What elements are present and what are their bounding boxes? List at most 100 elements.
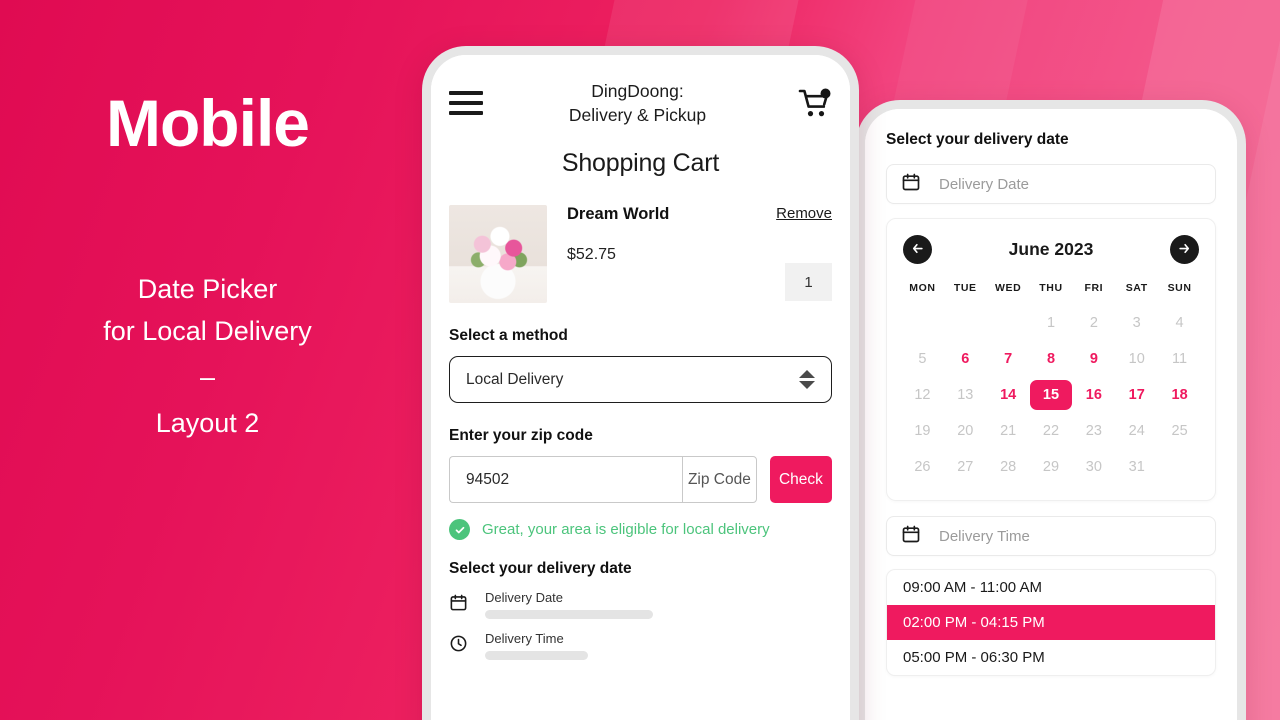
- time-slot-selected[interactable]: 02:00 PM - 04:15 PM: [887, 605, 1215, 640]
- quantity-input[interactable]: 1: [785, 263, 832, 301]
- calendar-day: 19: [914, 423, 931, 439]
- delivery-method-select[interactable]: Local Delivery: [449, 356, 832, 403]
- hamburger-bar: [449, 111, 483, 115]
- method-label: Select a method: [449, 327, 568, 344]
- calendar-weekday: THU: [1039, 282, 1063, 294]
- delivery-date-heading: Select your delivery date: [449, 560, 632, 577]
- brand-title: Mobile: [106, 86, 310, 160]
- calendar-day[interactable]: 7: [987, 344, 1030, 374]
- calendar-day: 28: [1000, 459, 1017, 475]
- eligibility-text: Great, your area is eligible for local d…: [482, 521, 770, 538]
- cart-screen: DingDoong: Delivery & Pickup Shopping Ca…: [431, 55, 850, 720]
- calendar-day[interactable]: 16: [1072, 380, 1115, 410]
- calendar-weekday: FRI: [1084, 282, 1104, 294]
- calendar-day: 29: [1042, 459, 1060, 475]
- delivery-date-placeholder-bar: [485, 610, 653, 619]
- delivery-time-field[interactable]: Delivery Time: [886, 516, 1216, 556]
- calendar-next-button[interactable]: [1169, 235, 1199, 264]
- calendar-day: 27: [957, 459, 974, 475]
- arrow-left-icon: [910, 241, 925, 259]
- shopping-cart-icon[interactable]: [792, 88, 832, 118]
- subtitle-line-3: Layout 2: [155, 408, 260, 438]
- remove-item-link[interactable]: Remove: [776, 205, 832, 222]
- calendar-prev-button[interactable]: [903, 235, 932, 264]
- calendar-header: June 2023: [901, 233, 1201, 264]
- datepicker-screen: Select your delivery date Delivery Date: [865, 109, 1237, 720]
- calendar-day-selected[interactable]: 15: [1029, 380, 1073, 410]
- cart-line-item: Dream World $52.75 Remove 1: [449, 205, 832, 303]
- zip-entry-row: Zip Code Check: [449, 456, 832, 503]
- calendar-icon: [449, 593, 471, 617]
- calendar-day: 24: [1128, 423, 1145, 439]
- check-zip-button[interactable]: Check: [769, 456, 832, 503]
- calendar-day: 25: [1171, 423, 1188, 439]
- calendar-day: 10: [1128, 351, 1145, 367]
- calendar-day[interactable]: 8: [1030, 344, 1073, 374]
- calendar-day: 4: [1175, 315, 1184, 331]
- delivery-date-placeholder: Delivery Date: [939, 175, 1030, 193]
- datepicker-heading: Select your delivery date: [886, 131, 1069, 148]
- check-circle-icon: [449, 519, 470, 540]
- marketing-panel: Mobile Date Picker for Local Delivery – …: [0, 0, 415, 720]
- calendar-day: 11: [1172, 351, 1188, 367]
- calendar-day: 12: [914, 387, 931, 403]
- chevron-down-icon: [799, 381, 815, 389]
- calendar-day: 30: [1085, 459, 1102, 475]
- hamburger-bar: [449, 91, 483, 95]
- slide-canvas: Mobile Date Picker for Local Delivery – …: [0, 0, 1280, 720]
- clock-icon: [449, 634, 471, 658]
- delivery-date-field[interactable]: Delivery Date: [886, 164, 1216, 204]
- calendar-day: 2: [1089, 315, 1098, 331]
- app-topbar: DingDoong: Delivery & Pickup: [449, 77, 832, 129]
- delivery-time-placeholder-bar: [485, 651, 588, 660]
- calendar-day: 3: [1132, 315, 1141, 331]
- delivery-method-value: Local Delivery: [466, 370, 564, 388]
- delivery-date-row[interactable]: Delivery Date: [449, 590, 832, 619]
- app-title-line-2: Delivery & Pickup: [568, 105, 707, 125]
- time-slot[interactable]: 05:00 PM - 06:30 PM: [887, 640, 1215, 675]
- calendar-month-label: June 2023: [1008, 239, 1094, 259]
- calendar-day: 21: [1000, 423, 1017, 439]
- calendar-day: 26: [914, 459, 931, 475]
- calendar-day-grid[interactable]: 1 2 3 4 5 6 7 8 9 10 11 12 13 14 15 16 17 18 19 20 21 22 23 24 2…: [901, 308, 1201, 482]
- calendar-day: 20: [957, 423, 974, 439]
- delivery-time-placeholder: Delivery Time: [939, 527, 1030, 545]
- calendar-day: 22: [1042, 423, 1060, 439]
- delivery-date-label: Delivery Date: [485, 590, 564, 605]
- product-details: Dream World $52.75: [547, 205, 740, 303]
- zip-label: Enter your zip code: [449, 427, 593, 444]
- hamburger-icon[interactable]: [449, 91, 483, 115]
- calendar-weekday: SAT: [1125, 282, 1148, 294]
- subtitle-dash: –: [199, 362, 215, 392]
- calendar-weekday: TUE: [953, 282, 977, 294]
- calendar-day: 13: [957, 387, 974, 403]
- product-price: $52.75: [567, 246, 616, 263]
- calendar-card: June 2023 MON TUE WED THU FRI SAT SUN 12345678…: [886, 218, 1216, 501]
- calendar-icon: [901, 524, 923, 549]
- delivery-time-label: Delivery Time: [485, 631, 564, 646]
- calendar-day[interactable]: 9: [1072, 344, 1115, 374]
- stepper-arrows-icon: [799, 370, 815, 389]
- page-title: Shopping Cart: [561, 149, 720, 177]
- calendar-weekday-row: MON TUE WED THU FRI SAT SUN: [901, 282, 1201, 294]
- subtitle-block: Date Picker for Local Delivery – Layout …: [103, 268, 312, 444]
- calendar-day: 1: [1046, 315, 1056, 331]
- calendar-day: 23: [1085, 423, 1102, 439]
- delivery-date-body: Delivery Date: [471, 590, 832, 619]
- calendar-day[interactable]: 18: [1158, 380, 1201, 410]
- time-slot-list[interactable]: 09:00 AM - 11:00 AM 02:00 PM - 04:15 PM 05…: [886, 569, 1216, 676]
- delivery-time-row[interactable]: Delivery Time: [449, 631, 832, 660]
- line-item-actions: Remove 1: [740, 205, 832, 303]
- calendar-day[interactable]: 6: [944, 344, 987, 374]
- phone-frame-cart: DingDoong: Delivery & Pickup Shopping Ca…: [422, 46, 859, 720]
- calendar-day: 31: [1128, 459, 1145, 475]
- product-image: [449, 205, 547, 303]
- calendar-day[interactable]: 14: [987, 380, 1030, 410]
- phone-frame-datepicker: Select your delivery date Delivery Date: [856, 100, 1246, 720]
- delivery-time-body: Delivery Time: [471, 631, 832, 660]
- calendar-day[interactable]: 17: [1115, 380, 1158, 410]
- zip-input[interactable]: [449, 456, 682, 503]
- zip-suffix-label: Zip Code: [682, 456, 757, 503]
- time-slot[interactable]: 09:00 AM - 11:00 AM: [887, 570, 1215, 605]
- app-title-line-1: DingDoong:: [591, 81, 684, 101]
